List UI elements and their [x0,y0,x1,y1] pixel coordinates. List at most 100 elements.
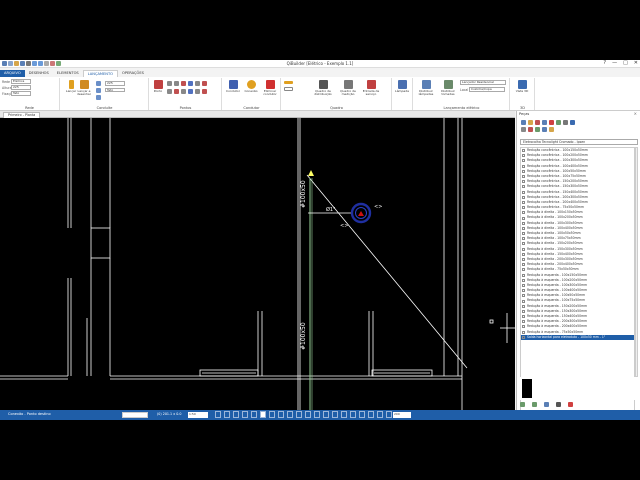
conduit-option-icon[interactable] [96,81,101,86]
part-tool-icon[interactable] [542,120,547,125]
part-tool-icon[interactable] [563,120,568,125]
eliminar-condutor-button[interactable]: Eliminar condutor [261,80,279,97]
conduit-option-icon[interactable] [96,95,101,100]
list-item[interactable]: Saída horizontal para eletroduto - 100x5… [521,334,634,340]
delete-part-icon[interactable] [568,402,573,407]
fixacao-select[interactable]: Teto [11,91,31,96]
telecom-icon[interactable] [188,81,193,86]
quadro-medicao-button[interactable]: Quadro de medição [338,80,358,97]
snap-toggle-icon[interactable] [305,411,311,418]
conexao-button[interactable]: Conexão [243,80,259,93]
part-tool-icon[interactable] [528,127,533,132]
point-option-icon[interactable] [188,89,193,94]
parts-panel-toolbar [521,120,581,132]
snap-toggle-icon[interactable] [269,411,275,418]
local-select[interactable]: Cozinha/Copa [469,87,505,92]
snap-toggle-icon[interactable] [260,411,266,418]
altura-field-row: Altura 225 [2,85,57,90]
parts-catalog-select[interactable]: Eletrocalha Tecnolight Cromado - Ipsen [520,139,638,145]
command-input[interactable] [122,411,148,418]
panel-option-icon[interactable] [284,87,293,91]
lancar-desenhar-button[interactable]: Lançar e desenhar [75,80,93,97]
tab-desenhos[interactable]: DESENHOS [25,70,53,77]
tab-elementos[interactable]: ELEMENTOS [53,70,83,77]
part-tool-icon[interactable] [570,120,575,125]
point-option-icon[interactable] [181,89,186,94]
ponto-button[interactable]: Ponto [150,80,166,93]
rede-select[interactable]: Elétrica [11,79,31,84]
quadro-medicao-label: Quadro de medição [340,89,356,97]
snap-toggle-icon[interactable] [251,411,257,418]
dimension-marker: <> [374,204,382,210]
snap-toggle-icon[interactable] [233,411,239,418]
conduite-altura-input[interactable]: 225 [105,81,125,86]
application-window: QiBuilder [Elétrico - Exemplo 1.1] ? — □… [0,60,640,420]
snap-toggle-icon[interactable] [368,411,374,418]
snap-toggle-icon[interactable] [278,411,284,418]
panel-option-icon[interactable] [284,81,293,84]
distribuir-tomadas-button[interactable]: Distribuir tomadas [438,80,458,97]
altura-input[interactable]: 225 [11,85,31,90]
distribuir-lampadas-button[interactable]: Distribuir lâmpadas [416,80,436,97]
snap-toggle-icon[interactable] [359,411,365,418]
outlet-icon[interactable] [167,81,172,86]
maximize-button[interactable]: □ [623,60,628,66]
rede-group-label: Rede [25,106,34,110]
part-settings-icon[interactable] [556,402,561,407]
help-button[interactable]: ? [603,60,606,66]
entrada-servico-button[interactable]: Entrada de serviço [362,80,380,97]
snap-toggle-icon[interactable] [386,411,392,418]
close-button[interactable]: ✕ [634,60,638,66]
part-tool-icon[interactable] [528,120,533,125]
insert-part-icon[interactable] [532,402,537,407]
conduite-fixacao-select[interactable]: Teto [105,87,125,92]
part-tool-icon[interactable] [521,120,526,125]
zoom-select[interactable]: 200 [393,411,411,418]
point-option-icon[interactable] [195,89,200,94]
part-tool-icon[interactable] [521,127,526,132]
point-option-icon[interactable] [174,89,179,94]
snap-toggle-icon[interactable] [350,411,356,418]
snap-toggle-icon[interactable] [215,411,221,418]
lampada-button[interactable]: Lâmpada [394,80,410,93]
parts-panel-close-button[interactable]: × [634,111,637,116]
snap-toggle-icon[interactable] [296,411,302,418]
lancador-select[interactable]: Lançador Residencial [460,80,506,85]
part-tool-icon[interactable] [549,127,554,132]
part-tool-icon[interactable] [549,120,554,125]
parts-list-scrollbar[interactable] [635,147,638,377]
tab-operacoes[interactable]: OPERAÇÕES [118,70,148,77]
minimize-button[interactable]: — [612,60,617,66]
point-option-icon[interactable] [202,89,207,94]
point-option-icon[interactable] [202,81,207,86]
snap-toggle-icon[interactable] [287,411,293,418]
switch-icon[interactable] [174,81,179,86]
drawing-canvas[interactable]: #100x50 #100x50 Ø1" <> <> [0,118,515,410]
vista-3d-button[interactable]: Vista 3D [514,80,530,93]
point-option-icon[interactable] [195,81,200,86]
snap-toggle-icon[interactable] [341,411,347,418]
conduit-option-icon[interactable] [96,88,101,93]
insert-part-icon[interactable] [520,402,525,407]
snap-toggle-icon[interactable] [377,411,383,418]
part-tool-icon[interactable] [542,127,547,132]
part-tool-icon[interactable] [535,127,540,132]
part-tool-icon[interactable] [556,120,561,125]
tab-lancamento[interactable]: LANÇAMENTO [82,70,119,77]
lancador-row: Lançador Residencial [460,80,506,85]
point-option-icon[interactable] [167,89,172,94]
condutor-label: Condutor [226,89,240,93]
quadro-distribuicao-button[interactable]: Quadro de distribuição [312,80,334,97]
edit-part-icon[interactable] [544,402,549,407]
tab-arquivo[interactable]: ARQUIVO [0,70,25,77]
scale-select[interactable]: 1:50 [188,411,208,418]
part-tool-icon[interactable] [535,120,540,125]
snap-toggle-icon[interactable] [323,411,329,418]
snap-toggle-icon[interactable] [242,411,248,418]
snap-toggle-icon[interactable] [332,411,338,418]
snap-toggle-icon[interactable] [224,411,230,418]
lamp-point-icon[interactable] [181,81,186,86]
electrical-point[interactable] [350,202,372,224]
snap-toggle-icon[interactable] [314,411,320,418]
condutor-button[interactable]: Condutor [225,80,241,93]
